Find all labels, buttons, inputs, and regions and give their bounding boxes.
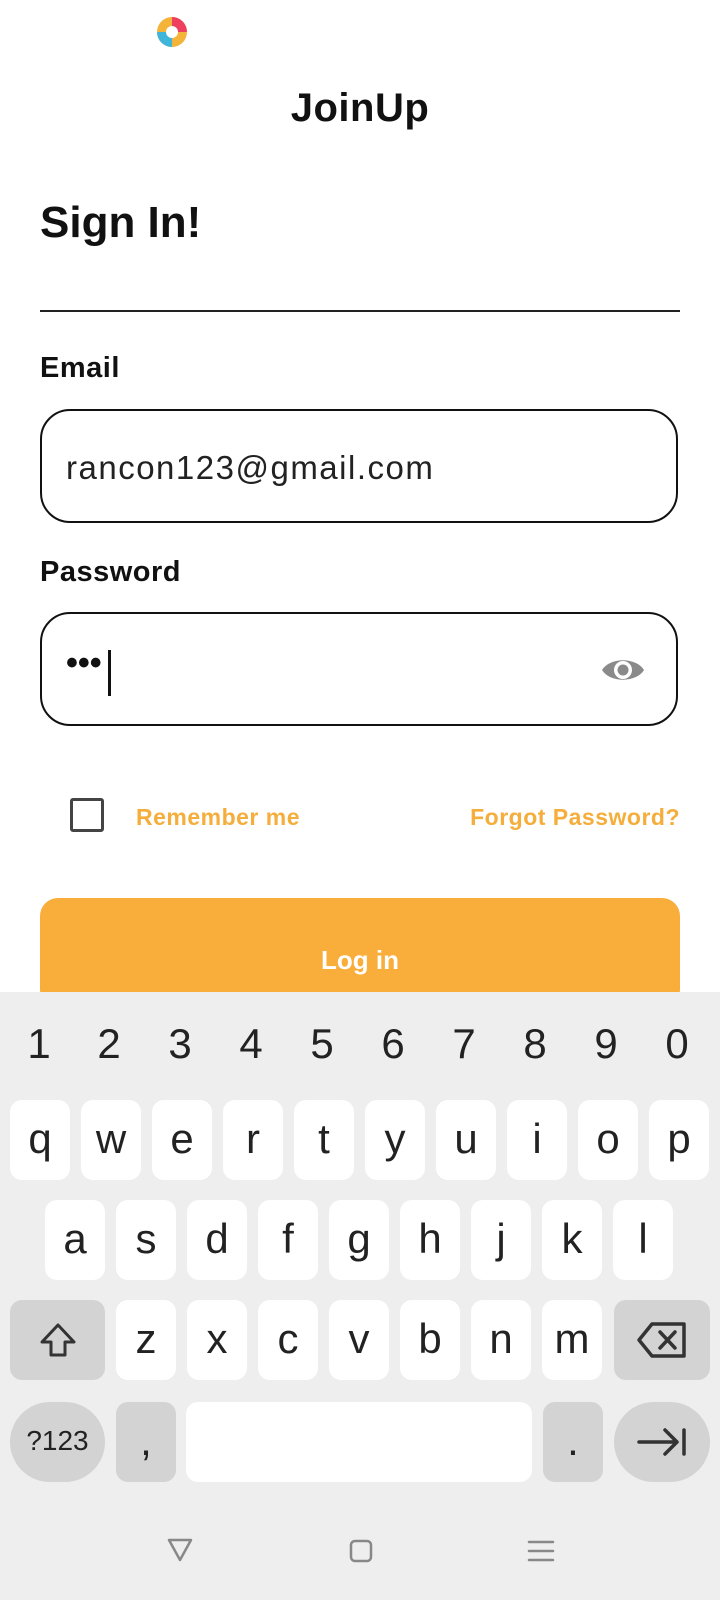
eye-icon[interactable] bbox=[600, 654, 646, 686]
key-j[interactable]: j bbox=[471, 1200, 531, 1280]
divider bbox=[40, 310, 680, 312]
square-home-icon[interactable] bbox=[348, 1538, 374, 1564]
key-t[interactable]: t bbox=[294, 1100, 354, 1180]
key-d[interactable]: d bbox=[187, 1200, 247, 1280]
key-u[interactable]: u bbox=[436, 1100, 496, 1180]
key-7[interactable]: 7 bbox=[429, 1012, 499, 1076]
key-1[interactable]: 1 bbox=[4, 1012, 74, 1076]
text-cursor bbox=[108, 650, 111, 696]
key-3[interactable]: 3 bbox=[145, 1012, 215, 1076]
password-field[interactable]: ••• bbox=[40, 612, 678, 726]
key-i[interactable]: i bbox=[507, 1100, 567, 1180]
key-g[interactable]: g bbox=[329, 1200, 389, 1280]
remember-me-label[interactable]: Remember me bbox=[136, 804, 300, 831]
backspace-key[interactable] bbox=[614, 1300, 710, 1380]
period-key[interactable]: . bbox=[543, 1402, 603, 1482]
app-logo-icon bbox=[157, 17, 187, 47]
key-h[interactable]: h bbox=[400, 1200, 460, 1280]
shift-key[interactable] bbox=[10, 1300, 105, 1380]
number-row: 1 2 3 4 5 6 7 8 9 0 bbox=[0, 1012, 720, 1076]
key-4[interactable]: 4 bbox=[216, 1012, 286, 1076]
key-o[interactable]: o bbox=[578, 1100, 638, 1180]
key-k[interactable]: k bbox=[542, 1200, 602, 1280]
key-8[interactable]: 8 bbox=[500, 1012, 570, 1076]
password-label: Password bbox=[40, 556, 181, 588]
forgot-password-link[interactable]: Forgot Password? bbox=[470, 804, 680, 831]
key-m[interactable]: m bbox=[542, 1300, 602, 1380]
navigation-bar bbox=[0, 1508, 720, 1600]
key-l[interactable]: l bbox=[613, 1200, 673, 1280]
key-a[interactable]: a bbox=[45, 1200, 105, 1280]
next-key[interactable] bbox=[614, 1402, 710, 1482]
key-s[interactable]: s bbox=[116, 1200, 176, 1280]
key-b[interactable]: b bbox=[400, 1300, 460, 1380]
triangle-back-icon[interactable] bbox=[166, 1536, 194, 1564]
email-field[interactable]: rancon123@gmail.com bbox=[40, 409, 678, 523]
space-key[interactable] bbox=[186, 1402, 532, 1482]
key-n[interactable]: n bbox=[471, 1300, 531, 1380]
key-p[interactable]: p bbox=[649, 1100, 709, 1180]
status-bar bbox=[0, 0, 720, 64]
key-z[interactable]: z bbox=[116, 1300, 176, 1380]
password-value: ••• bbox=[66, 644, 102, 682]
key-6[interactable]: 6 bbox=[358, 1012, 428, 1076]
menu-lines-icon[interactable] bbox=[527, 1538, 555, 1564]
key-c[interactable]: c bbox=[258, 1300, 318, 1380]
email-label: Email bbox=[40, 352, 120, 384]
key-y[interactable]: y bbox=[365, 1100, 425, 1180]
key-r[interactable]: r bbox=[223, 1100, 283, 1180]
remember-me-checkbox[interactable] bbox=[70, 798, 104, 832]
app-title: JoinUp bbox=[290, 86, 430, 130]
comma-key[interactable]: , bbox=[116, 1402, 176, 1482]
key-v[interactable]: v bbox=[329, 1300, 389, 1380]
key-f[interactable]: f bbox=[258, 1200, 318, 1280]
key-w[interactable]: w bbox=[81, 1100, 141, 1180]
key-5[interactable]: 5 bbox=[287, 1012, 357, 1076]
tab-next-icon bbox=[637, 1428, 686, 1456]
key-2[interactable]: 2 bbox=[74, 1012, 144, 1076]
key-q[interactable]: q bbox=[10, 1100, 70, 1180]
key-0[interactable]: 0 bbox=[642, 1012, 712, 1076]
page-title: Sign In! bbox=[40, 198, 202, 247]
backspace-icon bbox=[637, 1322, 686, 1358]
symbols-key[interactable]: ?123 bbox=[10, 1402, 105, 1482]
key-e[interactable]: e bbox=[152, 1100, 212, 1180]
shift-icon bbox=[40, 1323, 75, 1357]
key-9[interactable]: 9 bbox=[571, 1012, 641, 1076]
email-value: rancon123@gmail.com bbox=[66, 449, 435, 486]
key-x[interactable]: x bbox=[187, 1300, 247, 1380]
